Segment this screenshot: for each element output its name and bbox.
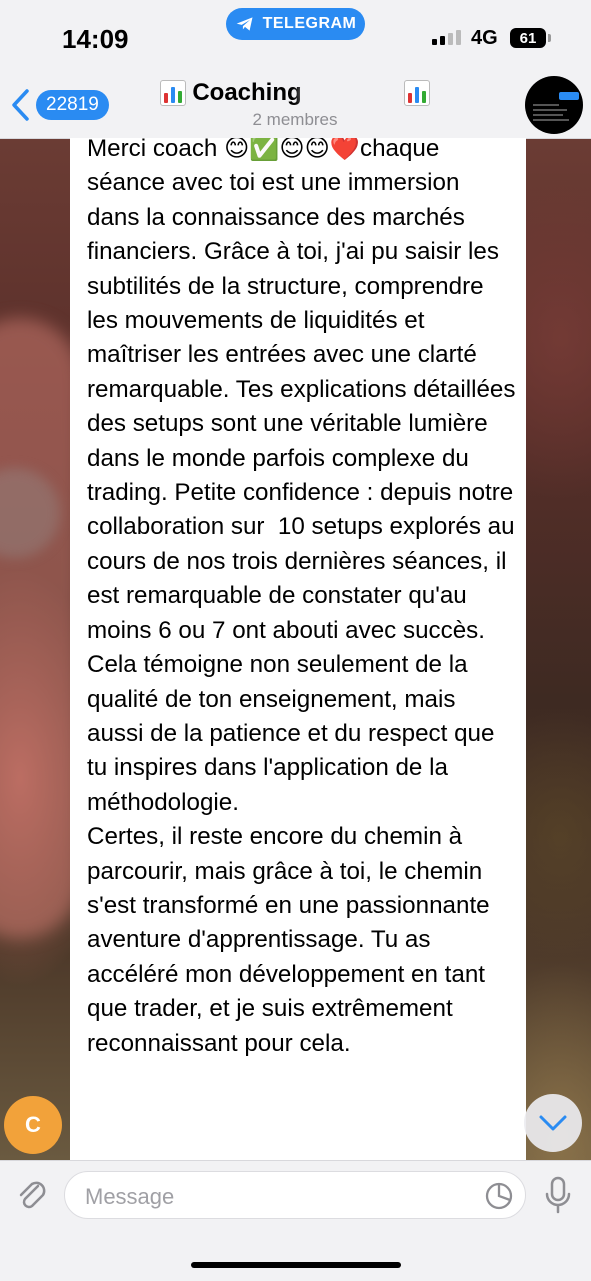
status-time: 14:09 (62, 24, 129, 54)
members-count: 2 membres (252, 110, 338, 129)
scroll-down-button[interactable] (524, 1094, 582, 1152)
message-input[interactable]: Message (64, 1171, 526, 1219)
network-type: 4G (471, 27, 498, 49)
message-text: Merci coach 😊✅😊😊❤️chaque séance avec toi… (87, 138, 516, 1057)
bar-chart-icon (160, 80, 187, 106)
chat-title: Coaching (155, 76, 435, 110)
chevron-down-icon (539, 1115, 567, 1131)
telegram-pill-label: TELEGRAM (262, 15, 357, 32)
group-avatar[interactable] (525, 76, 583, 134)
chat-title-area[interactable]: Coaching 2 membres (155, 76, 435, 130)
back-button[interactable]: 22819 (10, 88, 109, 122)
chat-header: 22819 Coaching 2 membres (0, 72, 591, 139)
paperclip-icon[interactable] (14, 1177, 50, 1213)
chat-title-text: Coaching (192, 79, 302, 106)
telegram-pill[interactable]: TELEGRAM (226, 8, 365, 40)
telegram-plane-icon (236, 17, 253, 31)
sender-avatar[interactable]: C (4, 1096, 62, 1154)
home-indicator (191, 1262, 401, 1268)
battery-icon: 61 (510, 28, 551, 48)
message-input-placeholder: Message (85, 1184, 175, 1209)
status-bar: 14:09 TELEGRAM 4G 61 (0, 0, 591, 72)
signal-icon (432, 30, 461, 45)
bar-chart-icon (403, 80, 430, 106)
message-bubble: Merci coach 😊✅😊😊❤️chaque séance avec toi… (70, 138, 526, 1160)
redacted-area (307, 76, 398, 110)
chevron-left-icon (12, 89, 29, 121)
unread-count-badge: 22819 (36, 90, 109, 120)
sticker-icon[interactable] (483, 1180, 515, 1212)
microphone-icon[interactable] (542, 1175, 574, 1215)
